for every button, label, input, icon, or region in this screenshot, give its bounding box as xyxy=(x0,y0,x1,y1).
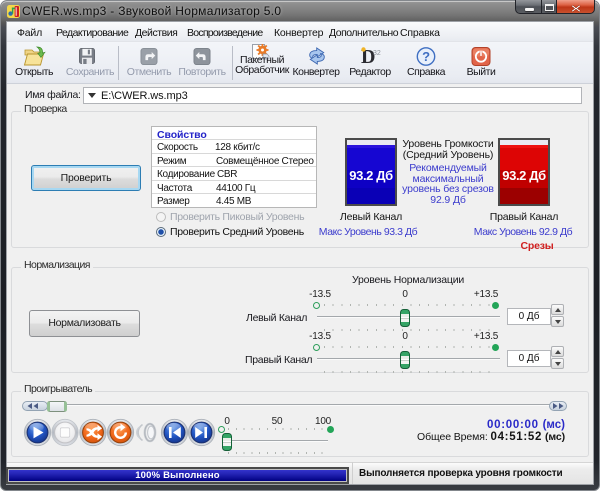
svg-text:32: 32 xyxy=(373,50,381,57)
svg-text:?: ? xyxy=(422,49,430,64)
